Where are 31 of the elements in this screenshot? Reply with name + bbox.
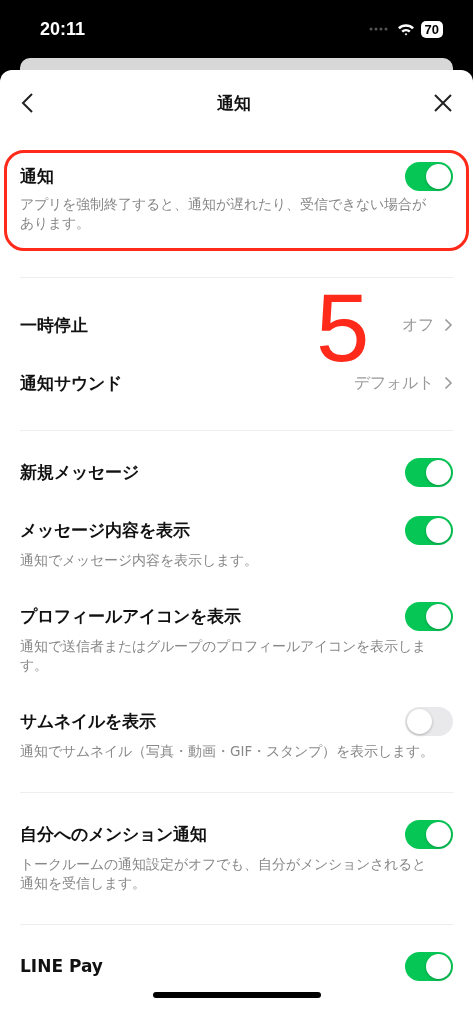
setting-description: トークルームの通知設定がオフでも、自分がメンションされると通知を受信します。 — [20, 855, 427, 893]
wifi-icon — [396, 22, 415, 36]
toggle-switch[interactable] — [405, 161, 453, 191]
toggle-switch[interactable] — [405, 457, 453, 487]
setting-label: プロフィールアイコンを表示 — [20, 604, 241, 628]
setting-description: 通知でサムネイル（写真・動画・GIF・スタンプ）を表示します。 — [20, 742, 435, 761]
setting-description: 通知でメッセージ内容を表示します。 — [20, 551, 259, 570]
toggle-switch[interactable] — [405, 951, 453, 981]
toggle-switch[interactable] — [405, 515, 453, 545]
setting-description: 通知で送信者またはグループのプロフィールアイコンを表示します。 — [20, 637, 427, 675]
toggle-switch[interactable] — [405, 706, 453, 736]
setting-label: メッセージ内容を表示 — [20, 518, 190, 542]
close-icon — [433, 93, 453, 113]
toggle-switch[interactable] — [405, 819, 453, 849]
back-icon — [20, 92, 34, 114]
setting-label: 新規メッセージ — [20, 460, 139, 484]
screen-title: 通知 — [216, 91, 251, 115]
setting-label: サムネイルを表示 — [20, 709, 156, 733]
setting-value-link[interactable]: オフ — [402, 314, 453, 336]
chevron-icon — [444, 318, 453, 332]
toggle-switch[interactable] — [405, 601, 453, 631]
setting-label: LINE Pay — [20, 956, 103, 976]
battery-level: 70 — [420, 20, 443, 38]
setting-description: アプリを強制終了すると、通知が遅れたり、受信できない場合があります。 — [20, 195, 427, 233]
setting-label: 自分へのメンション通知 — [20, 822, 207, 846]
setting-label: 通知サウンド — [20, 371, 122, 395]
signal-icon — [368, 27, 389, 31]
status-time: 20:11 — [40, 18, 86, 40]
setting-label: 一時停止 — [20, 313, 88, 337]
chevron-icon — [444, 376, 453, 390]
setting-label: 通知 — [20, 164, 54, 188]
